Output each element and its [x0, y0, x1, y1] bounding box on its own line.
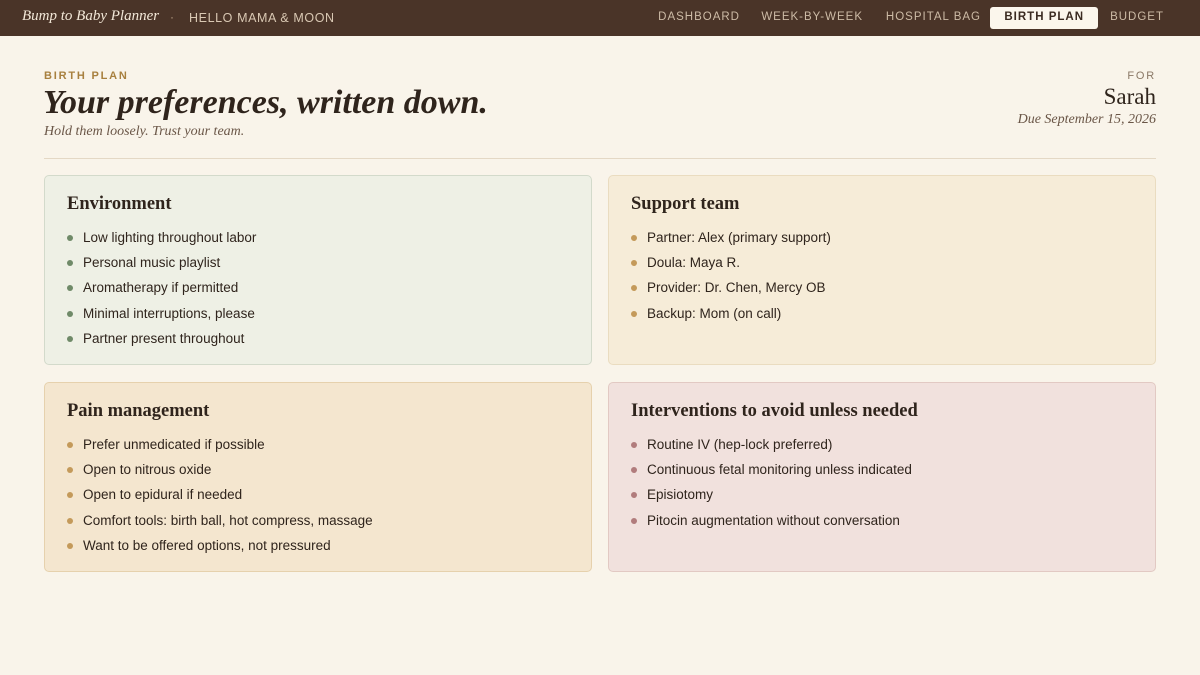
list-item-text: Personal music playlist	[83, 255, 221, 271]
list-item-text: Aromatherapy if permitted	[83, 280, 239, 296]
list-item-text: Open to epidural if needed	[83, 487, 243, 503]
list-item: Partner: Alex (primary support)	[631, 225, 1133, 250]
list-item-text: Routine IV (hep-lock preferred)	[647, 437, 833, 452]
header-divider	[44, 158, 1156, 159]
list-item: Prefer unmedicated if possible	[67, 432, 569, 457]
bullet-icon	[67, 285, 73, 292]
list-item: Pitocin augmentation without conversatio…	[631, 508, 1133, 533]
list-item: Doula: Maya R.	[631, 250, 1133, 275]
list-item: Low lighting throughout labor	[67, 225, 569, 250]
list-item: Open to epidural if needed	[67, 482, 569, 507]
support-team-card-title: Support team	[631, 194, 740, 214]
bullet-icon	[67, 310, 73, 317]
list-item: Comfort tools: birth ball, hot compress,…	[67, 508, 569, 533]
bullet-icon	[631, 235, 637, 241]
bullet-icon	[67, 492, 73, 499]
app-tagline: HELLO MAMA & MOON	[189, 11, 335, 25]
bullet-icon	[631, 285, 637, 292]
bullet-icon	[67, 335, 73, 342]
list-item: Backup: Mom (on call)	[631, 301, 1133, 326]
list-item-text: Want to be offered options, not pressure…	[83, 537, 331, 553]
for-label: FOR	[1127, 70, 1156, 82]
list-item: Minimal interruptions, please	[67, 301, 569, 326]
list-item-text: Provider: Dr. Chen, Mercy OB	[647, 280, 826, 296]
list-item-text: Continuous fetal monitoring unless indic…	[647, 462, 912, 478]
bullet-icon	[631, 260, 637, 267]
bullet-icon	[67, 467, 73, 474]
list-item-text: Backup: Mom (on call)	[647, 305, 782, 321]
list-item-text: Comfort tools: birth ball, hot compress,…	[83, 512, 373, 528]
list-item: Open to nitrous oxide	[67, 457, 569, 482]
list-item: Episiotomy	[631, 482, 1133, 507]
bullet-icon	[67, 542, 73, 549]
bullet-icon	[67, 235, 73, 241]
nav-item-hospital-bag[interactable]: HOSPITAL BAG	[886, 11, 981, 23]
app-brand[interactable]: Bump to Baby Planner	[22, 8, 159, 25]
nav-item-week-by-week[interactable]: WEEK-BY-WEEK	[761, 11, 863, 23]
list-item-text: Prefer unmedicated if possible	[83, 437, 265, 452]
list-item-text: Episiotomy	[647, 487, 714, 503]
environment-card-title: Environment	[67, 194, 172, 214]
bullet-icon	[67, 442, 73, 448]
brand-separator: ·	[170, 10, 174, 24]
pain-management-card: Pain management Prefer unmedicated if po…	[44, 382, 592, 572]
list-item-text: Open to nitrous oxide	[83, 462, 212, 478]
bullet-icon	[631, 492, 637, 499]
environment-list: Low lighting throughout labor Personal m…	[67, 225, 569, 351]
list-item-text: Doula: Maya R.	[647, 255, 741, 271]
list-item: Want to be offered options, not pressure…	[67, 533, 569, 558]
list-item-text: Low lighting throughout labor	[83, 230, 257, 245]
interventions-list: Routine IV (hep-lock preferred) Continuo…	[631, 432, 1133, 533]
support-team-card: Support team Partner: Alex (primary supp…	[608, 175, 1156, 365]
list-item-text: Minimal interruptions, please	[83, 305, 255, 321]
list-item: Continuous fetal monitoring unless indic…	[631, 457, 1133, 482]
bullet-icon	[67, 260, 73, 267]
bullet-icon	[631, 310, 637, 317]
page-subtitle: Hold them loosely. Trust your team.	[44, 124, 245, 139]
list-item: Routine IV (hep-lock preferred)	[631, 432, 1133, 457]
support-team-list: Partner: Alex (primary support) Doula: M…	[631, 225, 1133, 326]
mother-name: Sarah	[1103, 84, 1156, 109]
bullet-icon	[67, 517, 73, 524]
nav-item-budget[interactable]: BUDGET	[1110, 11, 1164, 23]
environment-card: Environment Low lighting throughout labo…	[44, 175, 592, 365]
bullet-icon	[631, 442, 637, 448]
nav-item-dashboard[interactable]: DASHBOARD	[658, 11, 740, 23]
due-date: Due September 15, 2026	[1017, 112, 1156, 127]
list-item-text: Partner present throughout	[83, 330, 245, 346]
section-eyebrow: BIRTH PLAN	[44, 70, 129, 82]
list-item-text: Partner: Alex (primary support)	[647, 230, 831, 245]
top-nav-bar: Bump to Baby Planner · HELLO MAMA & MOON…	[0, 0, 1200, 36]
nav-item-birth-plan[interactable]: BIRTH PLAN	[990, 7, 1098, 29]
list-item: Aromatherapy if permitted	[67, 275, 569, 300]
list-item: Personal music playlist	[67, 250, 569, 275]
pain-management-list: Prefer unmedicated if possible Open to n…	[67, 432, 569, 558]
list-item: Provider: Dr. Chen, Mercy OB	[631, 275, 1133, 300]
bullet-icon	[631, 517, 637, 524]
list-item-text: Pitocin augmentation without conversatio…	[647, 512, 900, 528]
pain-management-card-title: Pain management	[67, 401, 210, 421]
interventions-card-title: Interventions to avoid unless needed	[631, 401, 918, 421]
list-item: Partner present throughout	[67, 326, 569, 351]
bullet-icon	[631, 467, 637, 474]
page-title: Your preferences, written down.	[43, 84, 488, 121]
interventions-card: Interventions to avoid unless needed Rou…	[608, 382, 1156, 572]
